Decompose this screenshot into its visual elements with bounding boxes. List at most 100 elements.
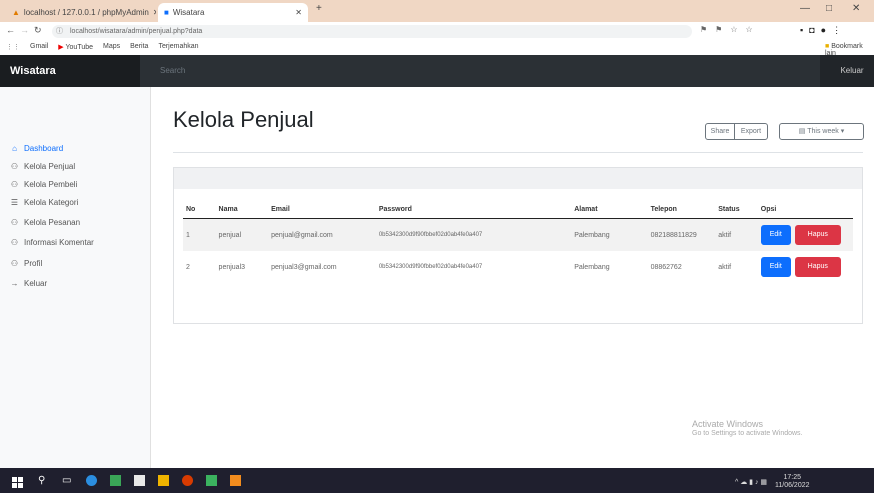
forward-icon[interactable]: →: [20, 25, 29, 35]
bookmark-youtube[interactable]: ▶ YouTube: [58, 43, 93, 51]
edit-button[interactable]: Edit: [760, 225, 791, 245]
bookmark-maps[interactable]: Maps: [103, 43, 120, 51]
sidebar-item-profil[interactable]: ⚇ Profil: [10, 259, 42, 268]
cell-alamat: Palembang: [571, 218, 648, 251]
cell-email: penjual3@gmail.com: [271, 263, 337, 271]
sidebar-item-label: Informasi Komentar: [24, 238, 94, 247]
column-header: Email: [268, 200, 376, 219]
user-icon: ⚇: [10, 162, 19, 171]
browser-tab-phpmyadmin[interactable]: ▲ localhost / 127.0.0.1 / phpMyAdmin ✕: [6, 3, 156, 22]
xampp-icon[interactable]: [230, 475, 241, 486]
layers-icon: ☰: [10, 198, 19, 207]
cell-nama: penjual3: [218, 263, 246, 271]
cell-no: 1: [183, 218, 216, 251]
minimize-button[interactable]: —: [800, 3, 810, 14]
sidebar-item-label: Kelola Pembeli: [24, 180, 78, 189]
sidebar-item-label: Profil: [24, 259, 43, 268]
table-row: 1 penjual penjual@gmail.com 0b5342300d9f90f…: [183, 218, 853, 251]
cell-telepon: 08862762: [650, 263, 682, 271]
export-button[interactable]: Export: [734, 123, 768, 140]
cart-icon: ⚇: [10, 218, 19, 227]
favicon-icon: ■: [164, 8, 169, 17]
logout-icon: →: [10, 279, 19, 288]
column-header: No: [183, 200, 216, 219]
sidebar-item-kelola-pembeli[interactable]: ⚇ Kelola Pembeli: [10, 180, 77, 189]
app-icon-light[interactable]: [134, 475, 145, 486]
sidebar-item-kelola-penjual[interactable]: ⚇ Kelola Penjual: [10, 162, 75, 171]
cell-opsi: Edit Hapus: [758, 251, 853, 283]
sidebar-item-label: Dashboard: [24, 144, 64, 153]
sidebar-item-label: Keluar: [24, 279, 48, 288]
apps-icon[interactable]: ⋮⋮: [6, 43, 20, 51]
delete-button[interactable]: Hapus: [794, 257, 841, 277]
task-view-icon[interactable]: ▭: [62, 475, 73, 486]
new-tab-button[interactable]: +: [316, 3, 322, 14]
column-header: Nama: [215, 200, 269, 219]
cell-alamat: Palembang: [574, 263, 610, 271]
search-input[interactable]: Search: [140, 55, 820, 87]
cell-no: 2: [186, 263, 190, 271]
sidebar-item-dashboard[interactable]: ⌂ Dashboard: [10, 144, 63, 153]
folder-icon: ■: [825, 43, 830, 50]
column-header: Telepon: [647, 200, 716, 219]
app-icon-green[interactable]: [110, 475, 121, 486]
bookmark-gmail[interactable]: Gmail: [30, 43, 48, 51]
close-tab-icon[interactable]: ✕: [153, 8, 156, 17]
profile-icons[interactable]: ▪◘●⋮: [800, 25, 847, 36]
tray-icons[interactable]: ^ ☁ ▮ ♪ ▦: [735, 479, 767, 486]
cell-telepon: 082188811829: [647, 218, 716, 251]
table-header-row: No Nama Email Password Alamat Telepon Status Op…: [183, 200, 853, 219]
home-icon: ⌂: [12, 144, 17, 153]
address-bar[interactable]: localhost/wisatara/admin/penjual.php?dat…: [52, 25, 692, 38]
bookmark-berita[interactable]: Berita: [130, 43, 148, 51]
bookmark-translate[interactable]: Terjemahkan: [158, 43, 198, 51]
sidebar-item-label: Kelola Penjual: [24, 162, 76, 171]
browser-tab-wisatara[interactable]: ■ Wisatara ✕: [158, 3, 308, 22]
page-title: Kelola Penjual: [173, 107, 314, 132]
cell-password: 0b5342300d9f90fbbef02d0ab4fe0a407: [378, 264, 483, 270]
sidebar-item-kelola-kategori[interactable]: ☰ Kelola Kategori: [10, 198, 78, 207]
period-dropdown[interactable]: ▤ This week ▾: [779, 123, 864, 140]
column-header: Password: [375, 200, 572, 219]
maximize-button[interactable]: □: [826, 3, 832, 14]
tab-title: Wisatara: [172, 8, 205, 17]
extension-icons[interactable]: ⚑⚑☆☆: [700, 25, 761, 34]
comment-icon: ⚇: [10, 238, 19, 247]
windows-start-icon[interactable]: [12, 475, 23, 488]
edit-button[interactable]: Edit: [760, 257, 791, 277]
brand-logo[interactable]: Wisatara: [0, 55, 140, 87]
cell-nama: penjual: [215, 218, 269, 251]
app-icon-teal[interactable]: [206, 475, 217, 486]
sidebar-item-kelola-pesanan[interactable]: ⚇ Kelola Pesanan: [10, 218, 80, 227]
delete-button[interactable]: Hapus: [794, 225, 841, 245]
share-button[interactable]: Share: [705, 123, 735, 140]
profile-icon: ⚇: [10, 259, 19, 268]
cell-status: aktif: [715, 218, 758, 251]
file-explorer-icon[interactable]: [158, 475, 169, 486]
seller-table: No Nama Email Password Alamat Telepon Status Op…: [183, 200, 853, 283]
sidebar-item-informasi-komentar[interactable]: ⚇ Informasi Komentar: [10, 238, 94, 247]
reload-icon[interactable]: ↻: [34, 25, 42, 36]
cell-password: 0b5342300d9f90fbbef02d0ab4fe0a407: [375, 218, 572, 251]
tab-title: localhost / 127.0.0.1 / phpMyAdmin: [23, 8, 149, 17]
back-icon[interactable]: ←: [6, 25, 15, 35]
column-header: Status: [715, 200, 758, 219]
info-icon[interactable]: ⓘ: [56, 26, 63, 36]
bookmark-list: ⋮⋮ Gmail ▶ YouTube Maps Berita Terjemahk…: [6, 43, 199, 51]
cell-status: aktif: [718, 263, 732, 271]
sidebar-item-label: Kelola Pesanan: [24, 218, 81, 227]
sidebar-item-keluar[interactable]: → Keluar: [10, 279, 48, 288]
column-header: Opsi: [757, 200, 853, 219]
close-window-button[interactable]: ✕: [852, 3, 860, 14]
clock[interactable]: 17:25 11/06/2022: [775, 474, 810, 490]
edge-icon[interactable]: [86, 475, 97, 486]
close-tab-icon[interactable]: ✕: [295, 8, 302, 17]
card-header: [174, 168, 862, 189]
calendar-icon: ▤: [798, 128, 806, 135]
cell-opsi: Edit Hapus: [757, 218, 853, 251]
search-icon[interactable]: ⚲: [38, 475, 49, 486]
favicon-icon: ▲: [12, 8, 20, 17]
users-icon: ⚇: [10, 180, 19, 189]
signout-link[interactable]: Keluar: [830, 55, 874, 87]
firefox-icon[interactable]: [182, 475, 193, 486]
